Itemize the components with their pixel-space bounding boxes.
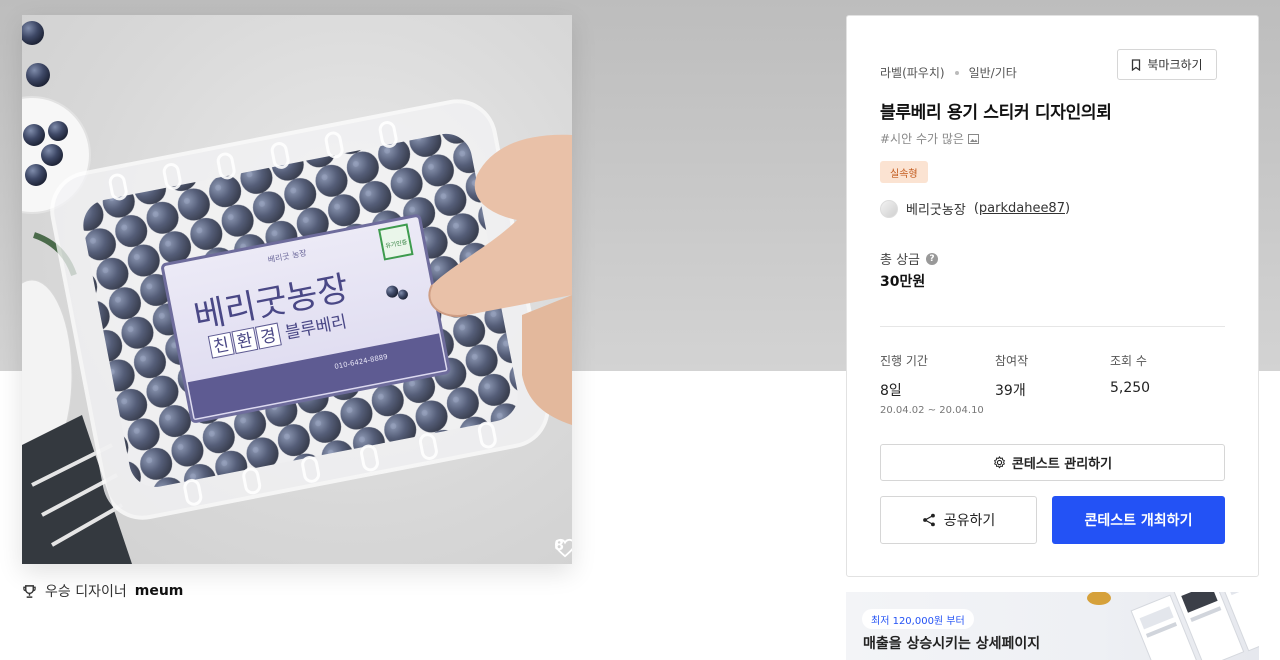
- manage-contest-label: 콘테스트 관리하기: [1011, 457, 1113, 472]
- views-value: 5,250: [1110, 380, 1151, 396]
- share-icon: [922, 513, 935, 527]
- winner-designer: 우승 디자이너 meum: [22, 580, 183, 602]
- ad-banner[interactable]: 최저 120,000원 부터 매출을 상승시키는 상세페이지: [846, 592, 1259, 660]
- ad-headline: 매출을 상승시키는 상세페이지: [863, 636, 1041, 652]
- divider: [880, 326, 1225, 327]
- bookmark-button[interactable]: 북마크하기: [1117, 49, 1217, 80]
- host-handle-wrap: (parkdahee87): [973, 201, 1071, 216]
- host-info[interactable]: 베리굿농장 (parkdahee87): [880, 199, 1070, 218]
- hashtag-text: #시안 수가 많은: [880, 132, 964, 146]
- host-name: 베리굿농장: [906, 203, 966, 218]
- bookmark-icon: [1132, 58, 1141, 71]
- heart-icon: [555, 538, 572, 558]
- category-breadcrumb: 라벨(파우치) 일반/기타: [880, 64, 1017, 81]
- like-button[interactable]: 8: [554, 538, 572, 558]
- winner-name[interactable]: meum: [135, 583, 184, 599]
- hashtag[interactable]: #시안 수가 많은: [880, 130, 979, 147]
- blueberry-package-illustration: 베리굿 농장 베리굿농장 친 환 경 블루베리 010-6424-8889 유기…: [22, 21, 572, 564]
- participants-label: 참여작: [995, 354, 1029, 368]
- period-label: 진행 기간: [880, 354, 928, 368]
- help-icon[interactable]: ?: [926, 252, 939, 265]
- category-secondary[interactable]: 일반/기타: [969, 64, 1017, 81]
- bookmark-label: 북마크하기: [1147, 58, 1203, 72]
- prize-value: 30만원: [880, 274, 926, 290]
- share-button[interactable]: 공유하기: [880, 496, 1037, 544]
- contest-info-panel: 라벨(파우치) 일반/기타 북마크하기 블루베리 용기 스티커 디자인의뢰 #시…: [846, 15, 1259, 577]
- share-label: 공유하기: [943, 513, 996, 529]
- host-handle[interactable]: parkdahee87: [979, 201, 1065, 216]
- stat-period: 진행 기간 8일 20.04.02 ~ 20.04.10: [880, 352, 984, 416]
- ad-artwork: [1087, 592, 1259, 660]
- category-primary[interactable]: 라벨(파우치): [880, 64, 945, 81]
- contest-title: 블루베리 용기 스티커 디자인의뢰: [880, 103, 1112, 123]
- host-avatar: [880, 199, 898, 218]
- trophy-icon: [23, 584, 36, 598]
- prize-label-text: 총 상금: [880, 253, 921, 268]
- period-range: 20.04.02 ~ 20.04.10: [880, 405, 984, 416]
- product-image[interactable]: 베리굿 농장 베리굿농장 친 환 경 블루베리 010-6424-8889 유기…: [22, 15, 572, 564]
- manage-contest-button[interactable]: 콘테스트 관리하기: [880, 444, 1225, 481]
- tier-badge: 실속형: [880, 161, 928, 183]
- stat-views: 조회 수 5,250: [1110, 352, 1150, 396]
- gear-icon: [994, 456, 1005, 469]
- views-label: 조회 수: [1110, 354, 1147, 368]
- period-value: 8일: [880, 383, 902, 399]
- participants-value: 39개: [995, 383, 1026, 399]
- host-contest-button[interactable]: 콘테스트 개최하기: [1052, 496, 1225, 544]
- prize-label: 총 상금 ?: [880, 249, 939, 268]
- winner-prefix: 우승 디자이너: [45, 584, 127, 600]
- separator-dot: [954, 70, 959, 75]
- image-icon: [967, 133, 979, 144]
- ad-price-pill: 최저 120,000원 부터: [862, 609, 974, 629]
- stat-participants: 참여작 39개: [995, 352, 1028, 400]
